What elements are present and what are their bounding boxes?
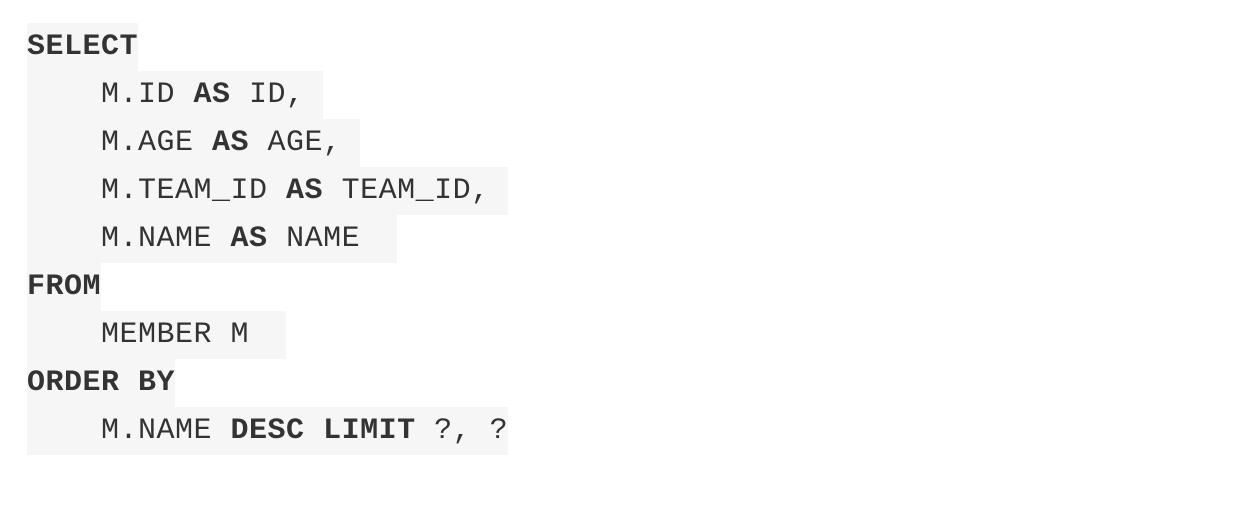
sql-text: ?, ? [415,414,509,448]
sql-text: M.NAME [27,222,231,256]
sql-text: M.AGE [27,126,213,160]
code-line: MEMBER M [27,311,287,359]
sql-text: M.ID [27,78,194,112]
code-line: M.ID AS ID, [27,71,324,119]
sql-text: M.NAME [27,414,231,448]
code-line: FROM [27,263,102,311]
sql-keyword: ORDER BY [27,366,176,400]
sql-text: MEMBER M [27,318,287,352]
sql-keyword: AS [212,126,250,160]
sql-keyword: AS [286,174,324,208]
sql-text: ID, [230,78,324,112]
sql-text: AGE, [249,126,361,160]
sql-text: TEAM_ID, [323,174,509,208]
code-line: SELECT [27,23,139,71]
sql-keyword: LIMIT [323,414,416,448]
sql-keyword: SELECT [27,30,139,64]
code-line: M.NAME AS NAME [27,215,398,263]
code-line: M.NAME DESC LIMIT ?, ? [27,407,509,455]
sql-keyword: DESC [230,414,305,448]
sql-code-block: SELECT M.ID AS ID, M.AGE AS AGE, M.TEAM_… [27,23,509,455]
sql-keyword: AS [230,222,268,256]
sql-text: NAME [267,222,398,256]
code-line: M.TEAM_ID AS TEAM_ID, [27,167,509,215]
sql-keyword: FROM [27,270,102,304]
code-line: M.AGE AS AGE, [27,119,361,167]
sql-keyword: AS [193,78,231,112]
code-line: ORDER BY [27,359,176,407]
sql-text: M.TEAM_ID [27,174,287,208]
